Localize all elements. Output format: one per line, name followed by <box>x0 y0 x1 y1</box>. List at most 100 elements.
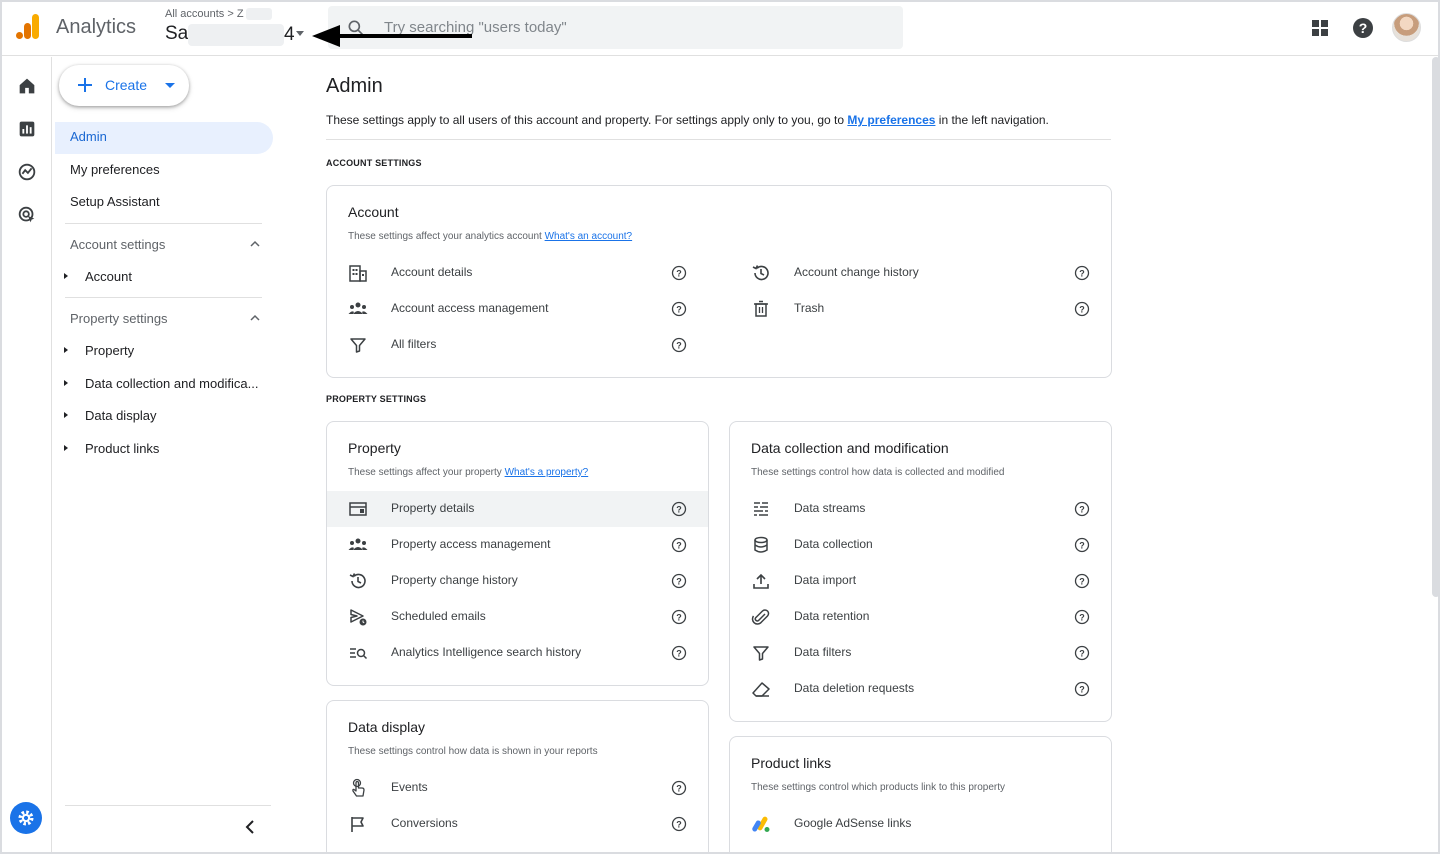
help-circle-icon[interactable]: ? <box>671 301 687 317</box>
property-access-management-row[interactable]: Property access management ? <box>327 527 708 563</box>
chevron-up-icon[interactable] <box>250 239 260 249</box>
account-access-management-row[interactable]: Account access management ? <box>327 291 709 327</box>
scrollbar[interactable] <box>1432 57 1438 597</box>
nav-item-setup-assistant[interactable]: Setup Assistant <box>70 194 160 209</box>
help-circle-icon[interactable]: ? <box>1074 537 1090 553</box>
expand-arrow-icon[interactable] <box>64 412 68 418</box>
all-filters-row[interactable]: All filters ? <box>327 327 709 363</box>
data-filters-row[interactable]: Data filters ? <box>730 635 1111 671</box>
admin-settings-button[interactable] <box>10 802 42 834</box>
data-retention-row[interactable]: Data retention ? <box>730 599 1111 635</box>
explore-icon[interactable] <box>16 161 38 183</box>
search-history-row[interactable]: Analytics Intelligence search history ? <box>327 635 708 671</box>
help-circle-icon[interactable]: ? <box>1074 573 1090 589</box>
row-label: Account access management <box>391 301 549 315</box>
nav-item-my-preferences[interactable]: My preferences <box>70 162 160 177</box>
help-circle-icon[interactable]: ? <box>671 573 687 589</box>
annotation-arrow-icon <box>312 25 472 47</box>
data-display-card: Data display These settings control how … <box>326 700 709 852</box>
analytics-logo[interactable] <box>16 14 40 40</box>
help-circle-icon[interactable]: ? <box>671 337 687 353</box>
help-circle-icon[interactable]: ? <box>1074 301 1090 317</box>
conversions-row[interactable]: Conversions ? <box>327 806 708 842</box>
account-card: Account These settings affect your analy… <box>326 185 1112 378</box>
whats-a-property-link[interactable]: What's a property? <box>505 467 589 478</box>
nav-item-data-collection[interactable]: Data collection and modifica... <box>85 376 258 391</box>
chevron-up-icon[interactable] <box>250 313 260 323</box>
row-label: Events <box>391 780 428 794</box>
nav-item-product-links[interactable]: Product links <box>85 441 159 456</box>
property-selector[interactable]: Sa <box>165 23 188 45</box>
help-circle-icon[interactable]: ? <box>671 609 687 625</box>
data-collection-row[interactable]: Data collection ? <box>730 527 1111 563</box>
nav-section-account-settings[interactable]: Account settings <box>70 237 165 252</box>
card-subtitle: These settings affect your analytics acc… <box>348 231 632 242</box>
reports-icon[interactable] <box>16 118 38 140</box>
nav-item-admin-label[interactable]: Admin <box>70 129 107 144</box>
events-row[interactable]: Events ? <box>327 770 708 806</box>
card-title: Data display <box>348 719 426 735</box>
expand-arrow-icon[interactable] <box>64 347 68 353</box>
account-settings-heading: ACCOUNT SETTINGS <box>326 158 422 168</box>
whats-an-account-link[interactable]: What's an account? <box>545 231 633 242</box>
expand-arrow-icon[interactable] <box>64 380 68 386</box>
scheduled-emails-row[interactable]: Scheduled emails ? <box>327 599 708 635</box>
help-circle-icon[interactable]: ? <box>671 816 687 832</box>
divider <box>65 223 262 224</box>
caret-down-icon[interactable] <box>296 31 304 36</box>
nav-section-property-settings[interactable]: Property settings <box>70 311 168 326</box>
property-details-icon <box>349 502 367 516</box>
data-import-row[interactable]: Data import ? <box>730 563 1111 599</box>
svg-text:?: ? <box>676 577 682 587</box>
apps-grid-icon[interactable] <box>1308 16 1332 40</box>
collapse-nav-icon[interactable] <box>243 819 259 835</box>
help-circle-icon[interactable]: ? <box>1074 681 1090 697</box>
nav-item-property[interactable]: Property <box>85 343 134 358</box>
google-adsense-links-row[interactable]: Google AdSense links <box>730 806 1111 842</box>
property-selector-end[interactable]: 4 <box>284 24 295 46</box>
help-circle-icon[interactable]: ? <box>671 537 687 553</box>
help-circle-icon[interactable]: ? <box>1074 645 1090 661</box>
paperclip-icon <box>751 609 770 625</box>
expand-arrow-icon[interactable] <box>64 445 68 451</box>
row-label: Property change history <box>391 573 518 587</box>
avatar[interactable] <box>1392 13 1421 42</box>
redacted-region <box>246 8 272 20</box>
trash-icon <box>754 300 768 317</box>
data-streams-row[interactable]: Data streams ? <box>730 491 1111 527</box>
nav-item-account[interactable]: Account <box>85 269 132 284</box>
card-subtitle: These settings affect your property What… <box>348 467 588 478</box>
breadcrumb-account[interactable]: Z <box>237 8 244 20</box>
breadcrumb-all-accounts[interactable]: All accounts > <box>165 8 234 20</box>
create-button[interactable]: Create <box>59 65 189 106</box>
property-details-row[interactable]: Property details ? <box>327 491 708 527</box>
page-description: These settings apply to all users of thi… <box>326 113 1049 127</box>
help-icon[interactable]: ? <box>1351 16 1375 40</box>
help-circle-icon[interactable]: ? <box>671 501 687 517</box>
advertising-icon[interactable] <box>16 204 38 226</box>
account-change-history-row[interactable]: Account change history ? <box>730 255 1111 291</box>
help-circle-icon[interactable]: ? <box>1074 265 1090 281</box>
card-subtitle: These settings control which products li… <box>751 782 1006 793</box>
card-title: Product links <box>751 755 832 771</box>
help-circle-icon[interactable]: ? <box>1074 609 1090 625</box>
home-icon[interactable] <box>16 75 38 97</box>
row-label: Conversions <box>391 816 458 830</box>
row-label: Scheduled emails <box>391 609 486 623</box>
account-details-row[interactable]: Account details ? <box>327 255 709 291</box>
help-circle-icon[interactable]: ? <box>671 645 687 661</box>
help-circle-icon[interactable]: ? <box>671 265 687 281</box>
scheduled-email-icon <box>350 609 367 626</box>
expand-arrow-icon[interactable] <box>64 273 68 279</box>
nav-item-data-display[interactable]: Data display <box>85 408 157 423</box>
svg-text:?: ? <box>1079 505 1085 515</box>
data-deletion-requests-row[interactable]: Data deletion requests ? <box>730 671 1111 707</box>
trash-row[interactable]: Trash ? <box>730 291 1111 327</box>
flag-icon <box>351 817 364 832</box>
my-preferences-link[interactable]: My preferences <box>847 113 935 127</box>
help-circle-icon[interactable]: ? <box>671 780 687 796</box>
help-circle-icon[interactable]: ? <box>1074 501 1090 517</box>
svg-text:?: ? <box>1079 541 1085 551</box>
redacted-region <box>188 24 284 46</box>
property-change-history-row[interactable]: Property change history ? <box>327 563 708 599</box>
